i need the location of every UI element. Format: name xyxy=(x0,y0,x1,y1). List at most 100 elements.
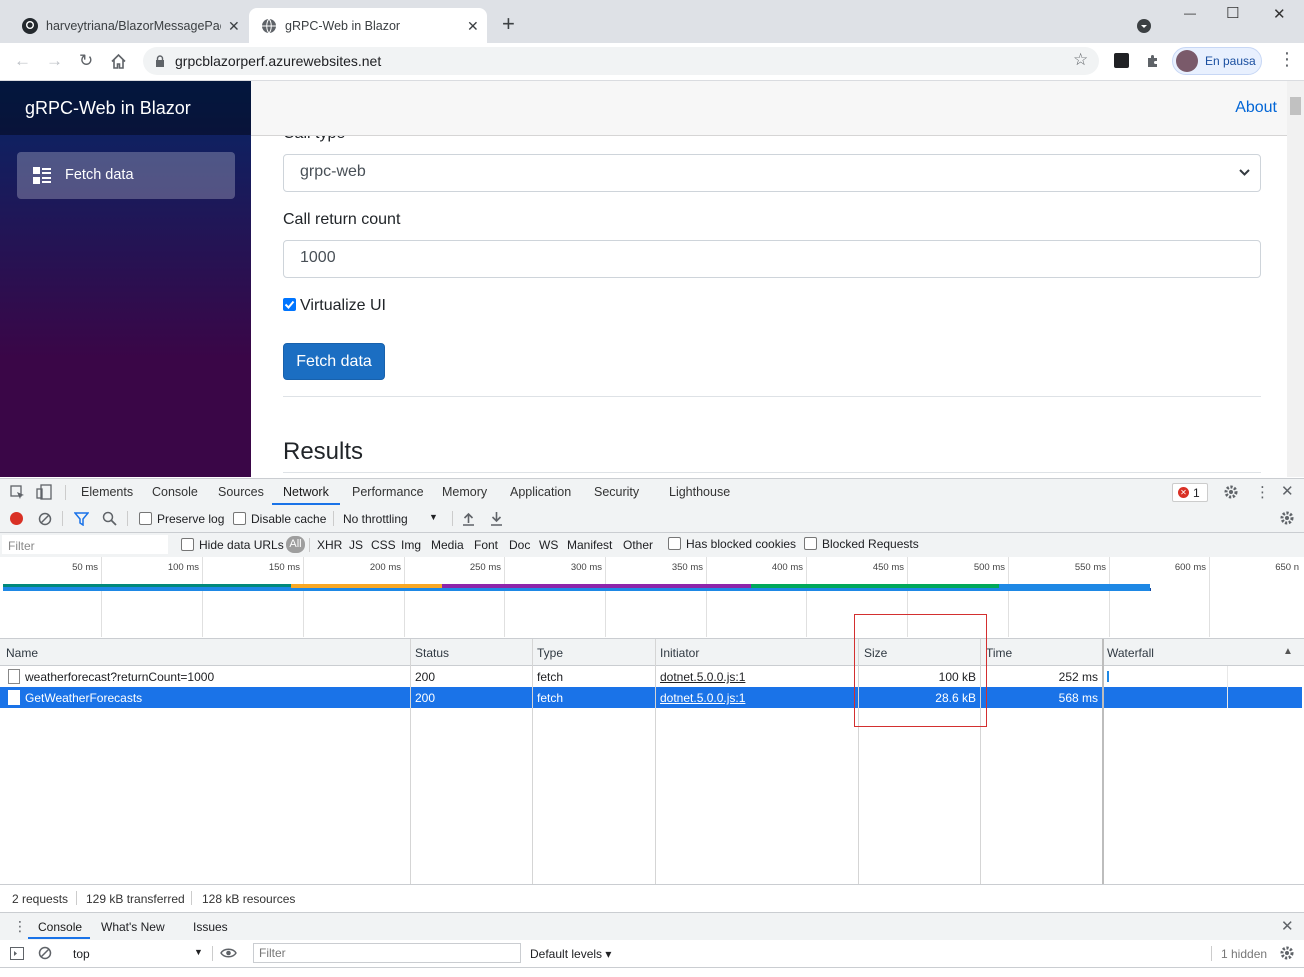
filter-type-other[interactable]: Other xyxy=(623,538,653,552)
console-settings-gear-icon[interactable] xyxy=(1280,946,1294,960)
brand-title[interactable]: gRPC-Web in Blazor xyxy=(25,98,191,119)
show-sidebar-icon[interactable] xyxy=(10,947,24,960)
clear-console-icon[interactable] xyxy=(38,946,52,960)
column-header-type[interactable]: Type xyxy=(537,646,563,660)
minimize-button[interactable]: — xyxy=(1184,6,1196,20)
has-blocked-cookies-checkbox[interactable]: Has blocked cookies xyxy=(668,537,796,551)
column-divider[interactable] xyxy=(410,639,411,884)
filter-type-all[interactable]: All xyxy=(286,536,305,553)
extensions-puzzle-icon[interactable] xyxy=(1145,53,1161,69)
fetch-data-button[interactable]: Fetch data xyxy=(283,343,385,380)
filter-type-css[interactable]: CSS xyxy=(371,538,396,552)
drawer-tab-whats-new[interactable]: What's New xyxy=(101,920,165,934)
virtualize-checkbox[interactable] xyxy=(283,298,296,311)
tab-grpc-web[interactable]: gRPC-Web in Blazor ✕ xyxy=(249,8,487,43)
devtools-tab-memory[interactable]: Memory xyxy=(442,485,487,499)
devtools-tab-performance[interactable]: Performance xyxy=(352,485,424,499)
filter-type-xhr[interactable]: XHR xyxy=(317,538,342,552)
device-toolbar-icon[interactable] xyxy=(36,484,52,500)
maximize-button[interactable]: ☐ xyxy=(1226,4,1239,22)
network-overview-timeline[interactable]: 50 ms 100 ms 150 ms 200 ms 250 ms 300 ms… xyxy=(0,557,1304,639)
nav-item-fetch-data[interactable]: Fetch data xyxy=(17,152,235,199)
tab-github[interactable]: harveytriana/BlazorMessagePack ✕ xyxy=(10,8,248,43)
devtools-tab-sources[interactable]: Sources xyxy=(218,485,264,499)
devtools-tab-application[interactable]: Application xyxy=(510,485,571,499)
devtools-tab-network[interactable]: Network xyxy=(283,485,329,499)
page-scrollbar[interactable] xyxy=(1287,81,1304,477)
address-bar[interactable]: grpcblazorperf.azurewebsites.net ☆ xyxy=(143,47,1099,75)
lock-icon[interactable] xyxy=(155,55,165,67)
request-name[interactable]: GetWeatherForecasts xyxy=(25,691,142,705)
settings-gear-icon[interactable] xyxy=(1224,485,1238,499)
disable-cache-checkbox[interactable]: Disable cache xyxy=(233,512,326,526)
checkbox-box[interactable] xyxy=(181,538,194,551)
devtools-menu-icon[interactable]: ⋮ xyxy=(1255,483,1270,501)
close-tab-icon[interactable]: ✕ xyxy=(467,18,479,35)
error-counter[interactable]: ✕ 1 xyxy=(1172,483,1208,502)
search-icon[interactable] xyxy=(102,511,117,526)
column-divider[interactable] xyxy=(1102,639,1104,884)
close-window-button[interactable]: ✕ xyxy=(1273,5,1286,23)
back-icon[interactable]: ← xyxy=(14,51,31,71)
export-har-icon[interactable] xyxy=(490,511,503,526)
drawer-tab-issues[interactable]: Issues xyxy=(193,920,228,934)
request-initiator[interactable]: dotnet.5.0.0.js:1 xyxy=(660,670,745,684)
filter-type-js[interactable]: JS xyxy=(349,538,363,552)
column-header-waterfall[interactable]: Waterfall xyxy=(1107,646,1154,660)
eye-icon[interactable] xyxy=(220,947,237,959)
new-tab-button[interactable]: + xyxy=(502,13,515,35)
table-row[interactable]: weatherforecast?returnCount=1000 200 fet… xyxy=(0,666,1302,687)
log-levels-select[interactable]: Default levels ▾ xyxy=(530,947,611,961)
column-header-time[interactable]: Time xyxy=(986,646,1012,660)
browser-menu-icon[interactable]: ⋮ xyxy=(1278,50,1296,68)
filter-type-doc[interactable]: Doc xyxy=(509,538,530,552)
filter-icon[interactable] xyxy=(74,512,89,526)
forward-icon[interactable]: → xyxy=(46,51,63,71)
filter-type-ws[interactable]: WS xyxy=(539,538,558,552)
profile-button[interactable]: En pausa xyxy=(1172,47,1262,75)
network-settings-gear-icon[interactable] xyxy=(1280,511,1294,525)
hide-data-urls-checkbox[interactable]: Hide data URLs xyxy=(181,538,284,552)
column-divider[interactable] xyxy=(532,639,533,884)
home-icon[interactable] xyxy=(110,53,127,70)
close-tab-icon[interactable]: ✕ xyxy=(228,18,240,35)
checkbox-box[interactable] xyxy=(139,512,152,525)
context-select[interactable]: top ▼ xyxy=(73,947,203,961)
table-row[interactable]: GetWeatherForecasts 200 fetch dotnet.5.0… xyxy=(0,687,1302,708)
devtools-tab-console[interactable]: Console xyxy=(152,485,198,499)
checkbox-box[interactable] xyxy=(668,537,681,550)
request-name[interactable]: weatherforecast?returnCount=1000 xyxy=(25,670,214,684)
column-header-status[interactable]: Status xyxy=(415,646,449,660)
star-icon[interactable]: ☆ xyxy=(1073,50,1088,70)
checkbox-box[interactable] xyxy=(233,512,246,525)
scrollbar-thumb[interactable] xyxy=(1290,97,1301,115)
tab-search-icon[interactable] xyxy=(1137,19,1151,33)
filter-type-manifest[interactable]: Manifest xyxy=(567,538,612,552)
blocked-requests-checkbox[interactable]: Blocked Requests xyxy=(804,537,919,551)
reload-icon[interactable]: ↻ xyxy=(79,51,93,71)
about-link[interactable]: About xyxy=(1235,99,1277,117)
record-button[interactable] xyxy=(10,512,23,525)
extension-json-icon[interactable] xyxy=(1114,53,1129,68)
drawer-close-icon[interactable]: ✕ xyxy=(1281,917,1294,935)
preserve-log-checkbox[interactable]: Preserve log xyxy=(139,512,224,526)
import-har-icon[interactable] xyxy=(462,511,475,526)
filter-type-media[interactable]: Media xyxy=(431,538,464,552)
return-count-input[interactable]: 1000 xyxy=(283,240,1261,278)
devtools-close-icon[interactable]: ✕ xyxy=(1281,482,1294,500)
drawer-tab-console[interactable]: Console xyxy=(38,920,82,934)
devtools-tab-lighthouse[interactable]: Lighthouse xyxy=(669,485,730,499)
column-header-name[interactable]: Name xyxy=(6,646,38,660)
filter-input[interactable]: Filter xyxy=(2,535,168,554)
inspect-element-icon[interactable] xyxy=(10,485,25,500)
console-filter-input[interactable]: Filter xyxy=(253,943,521,963)
devtools-tab-elements[interactable]: Elements xyxy=(81,485,133,499)
column-header-initiator[interactable]: Initiator xyxy=(660,646,699,660)
devtools-tab-security[interactable]: Security xyxy=(594,485,639,499)
filter-type-img[interactable]: Img xyxy=(401,538,421,552)
filter-type-font[interactable]: Font xyxy=(474,538,498,552)
clear-icon[interactable] xyxy=(38,512,52,526)
request-initiator[interactable]: dotnet.5.0.0.js:1 xyxy=(660,691,745,705)
call-type-select[interactable]: grpc-web xyxy=(283,154,1261,192)
drawer-menu-icon[interactable]: ⋮ xyxy=(13,918,27,935)
